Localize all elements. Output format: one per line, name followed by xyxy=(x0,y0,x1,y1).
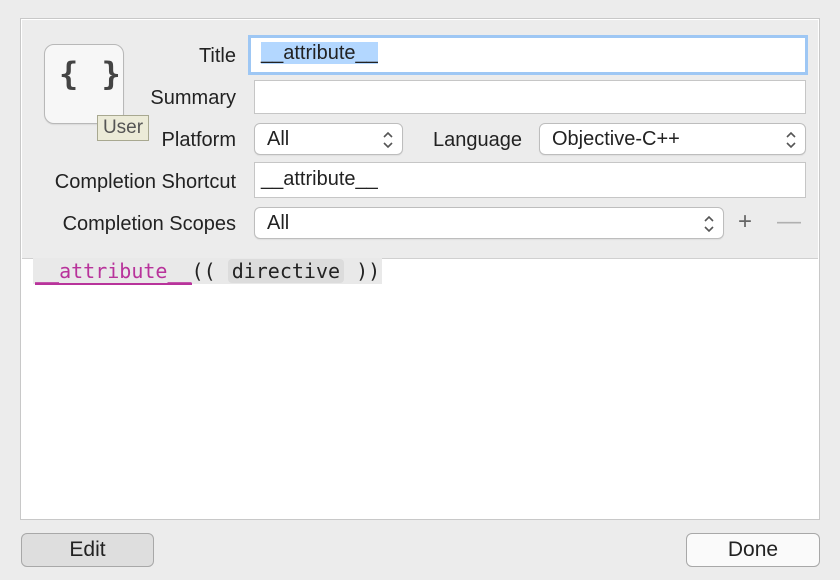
title-input[interactable]: __attribute__ xyxy=(248,35,808,75)
platform-label: Platform xyxy=(161,129,236,151)
edit-button[interactable]: Edit xyxy=(21,533,154,567)
completion-shortcut-label: Completion Shortcut xyxy=(54,171,236,193)
updown-arrows-icon xyxy=(383,131,393,149)
language-label: Language xyxy=(433,129,522,151)
code-keyword: __attribute__ xyxy=(35,259,192,285)
remove-scope-button[interactable]: — xyxy=(777,210,801,234)
completion-scopes-label: Completion Scopes xyxy=(62,213,236,235)
title-selected-text: __attribute__ xyxy=(261,42,378,64)
updown-arrows-icon xyxy=(786,131,796,149)
code-open-parens: (( xyxy=(191,259,216,283)
snippet-properties-form: { } User Title __attribute__ Summary Pla… xyxy=(22,20,818,259)
code-placeholder-token[interactable]: directive xyxy=(227,259,345,283)
completion-scopes-value: All xyxy=(267,212,290,234)
summary-input[interactable] xyxy=(254,80,806,114)
completion-shortcut-input[interactable]: __attribute__ xyxy=(254,162,806,198)
summary-label: Summary xyxy=(150,87,236,109)
language-value: Objective-C++ xyxy=(552,128,680,150)
updown-arrows-icon xyxy=(704,215,714,233)
snippet-code-line[interactable]: __attribute__(( directive )) xyxy=(33,258,383,285)
snippet-icon: { } User xyxy=(44,44,149,141)
platform-value: All xyxy=(267,128,290,150)
snippet-editor-panel: { } User Title __attribute__ Summary Pla… xyxy=(20,18,820,520)
done-button[interactable]: Done xyxy=(686,533,820,567)
add-scope-button[interactable]: + xyxy=(738,210,752,234)
title-label: Title xyxy=(198,45,236,67)
completion-scopes-select[interactable]: All xyxy=(254,207,724,239)
language-select[interactable]: Objective-C++ xyxy=(539,123,806,155)
platform-select[interactable]: All xyxy=(254,123,403,155)
braces-icon: { } xyxy=(59,55,123,93)
user-tooltip: User xyxy=(97,115,149,141)
code-close-parens: )) xyxy=(356,259,381,283)
